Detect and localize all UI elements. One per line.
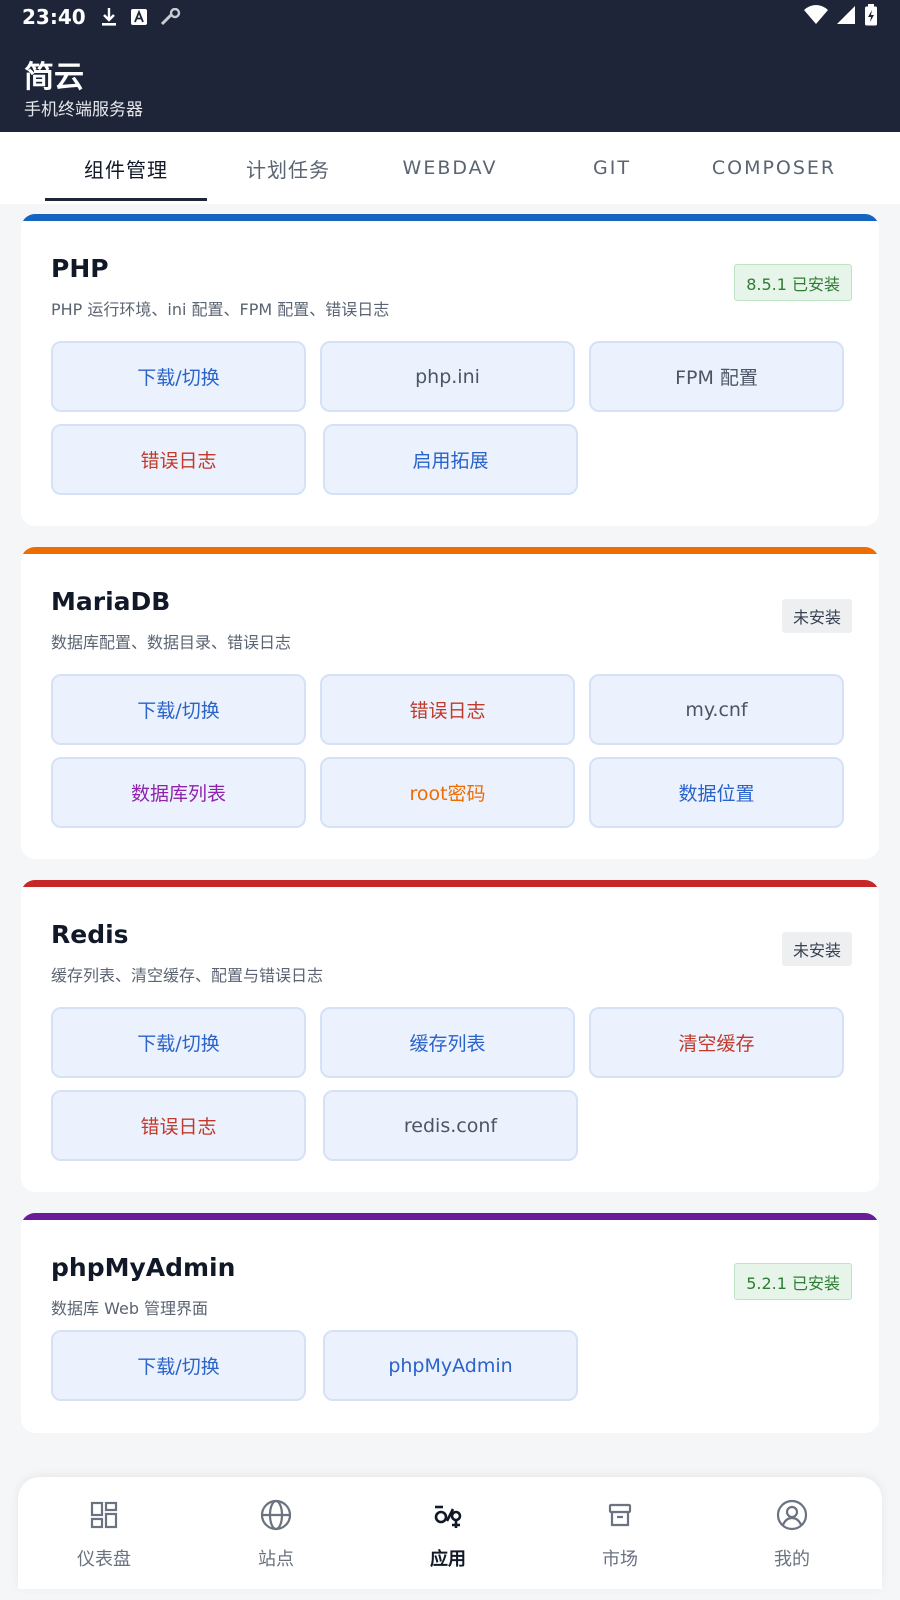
database-list-button[interactable]: 数据库列表 bbox=[51, 757, 306, 828]
download-switch-button[interactable]: 下载/切换 bbox=[51, 1007, 306, 1078]
tab-webdav[interactable]: WEBDAV bbox=[369, 132, 531, 204]
card-title: MariaDB bbox=[51, 587, 171, 616]
download-icon bbox=[100, 7, 118, 27]
app-title: 简云 bbox=[24, 60, 84, 95]
component-card-phpmyadmin: phpMyAdmin 数据库 Web 管理界面 5.2.1 已安装 下载/切换 … bbox=[21, 1213, 879, 1433]
card-title: phpMyAdmin bbox=[51, 1253, 236, 1282]
dashboard-icon bbox=[87, 1498, 121, 1532]
php-ini-button[interactable]: php.ini bbox=[320, 341, 575, 412]
bottom-navigation: 仪表盘 站点 应用 市场 我的 bbox=[18, 1477, 882, 1589]
nav-dashboard[interactable]: 仪表盘 bbox=[18, 1477, 190, 1589]
download-switch-button[interactable]: 下载/切换 bbox=[51, 1330, 306, 1401]
battery-icon bbox=[864, 4, 878, 30]
nav-sites[interactable]: 站点 bbox=[190, 1477, 362, 1589]
tab-git[interactable]: GIT bbox=[531, 132, 693, 204]
cache-list-button[interactable]: 缓存列表 bbox=[320, 1007, 575, 1078]
component-card-mariadb: MariaDB 数据库配置、数据目录、错误日志 未安装 下载/切换 错误日志 m… bbox=[21, 547, 879, 859]
root-password-button[interactable]: root密码 bbox=[320, 757, 575, 828]
nav-market[interactable]: 市场 bbox=[534, 1477, 706, 1589]
card-description: 数据库 Web 管理界面 bbox=[51, 1299, 209, 1318]
component-card-redis: Redis 缓存列表、清空缓存、配置与错误日志 未安装 下载/切换 缓存列表 清… bbox=[21, 880, 879, 1192]
data-location-button[interactable]: 数据位置 bbox=[589, 757, 844, 828]
card-description: PHP 运行环境、ini 配置、FPM 配置、错误日志 bbox=[51, 300, 390, 319]
redis-conf-button[interactable]: redis.conf bbox=[323, 1090, 578, 1161]
nav-label: 应用 bbox=[430, 1549, 466, 1570]
download-switch-button[interactable]: 下载/切换 bbox=[51, 674, 306, 745]
tab-composer[interactable]: COMPOSER bbox=[693, 132, 855, 204]
card-title: PHP bbox=[51, 254, 109, 283]
card-description: 缓存列表、清空缓存、配置与错误日志 bbox=[51, 966, 324, 985]
card-accent-bar bbox=[21, 214, 879, 221]
status-bar: 23:40 bbox=[0, 0, 900, 34]
nav-label: 市场 bbox=[602, 1549, 638, 1570]
card-title: Redis bbox=[51, 920, 129, 949]
apps-icon bbox=[431, 1498, 465, 1532]
enable-extensions-button[interactable]: 启用拓展 bbox=[323, 424, 578, 495]
phpmyadmin-open-button[interactable]: phpMyAdmin bbox=[323, 1330, 578, 1401]
error-log-button[interactable]: 错误日志 bbox=[51, 1090, 306, 1161]
status-badge: 未安装 bbox=[781, 932, 852, 966]
status-badge: 8.5.1 已安装 bbox=[734, 264, 852, 301]
keyboard-a-icon bbox=[130, 8, 148, 26]
nav-apps[interactable]: 应用 bbox=[362, 1477, 534, 1589]
error-log-button[interactable]: 错误日志 bbox=[51, 424, 306, 495]
signal-icon bbox=[836, 5, 856, 29]
tab-components[interactable]: 组件管理 bbox=[45, 132, 207, 204]
store-icon bbox=[603, 1498, 637, 1532]
card-description: 数据库配置、数据目录、错误日志 bbox=[51, 633, 292, 652]
fpm-config-button[interactable]: FPM 配置 bbox=[589, 341, 844, 412]
nav-label: 我的 bbox=[774, 1549, 810, 1570]
status-time: 23:40 bbox=[22, 5, 86, 29]
app-header: 23:40 简云 手机终端服务器 bbox=[0, 0, 900, 132]
component-card-php: PHP PHP 运行环境、ini 配置、FPM 配置、错误日志 8.5.1 已安… bbox=[21, 214, 879, 526]
card-accent-bar bbox=[21, 880, 879, 887]
globe-icon bbox=[259, 1498, 293, 1532]
tab-indicator bbox=[45, 198, 207, 201]
wrench-icon bbox=[160, 8, 182, 26]
tab-bar: 组件管理 计划任务 WEBDAV GIT COMPOSER bbox=[0, 132, 900, 204]
card-accent-bar bbox=[21, 547, 879, 554]
nav-profile[interactable]: 我的 bbox=[706, 1477, 878, 1589]
profile-icon bbox=[775, 1498, 809, 1532]
error-log-button[interactable]: 错误日志 bbox=[320, 674, 575, 745]
download-switch-button[interactable]: 下载/切换 bbox=[51, 341, 306, 412]
card-accent-bar bbox=[21, 1213, 879, 1220]
tab-scheduled-tasks[interactable]: 计划任务 bbox=[207, 132, 369, 204]
clear-cache-button[interactable]: 清空缓存 bbox=[589, 1007, 844, 1078]
nav-label: 站点 bbox=[258, 1549, 294, 1570]
my-cnf-button[interactable]: my.cnf bbox=[589, 674, 844, 745]
status-badge: 未安装 bbox=[781, 599, 852, 633]
app-subtitle: 手机终端服务器 bbox=[24, 100, 143, 120]
nav-label: 仪表盘 bbox=[77, 1549, 131, 1570]
wifi-icon bbox=[804, 5, 828, 29]
status-badge: 5.2.1 已安装 bbox=[734, 1263, 852, 1300]
